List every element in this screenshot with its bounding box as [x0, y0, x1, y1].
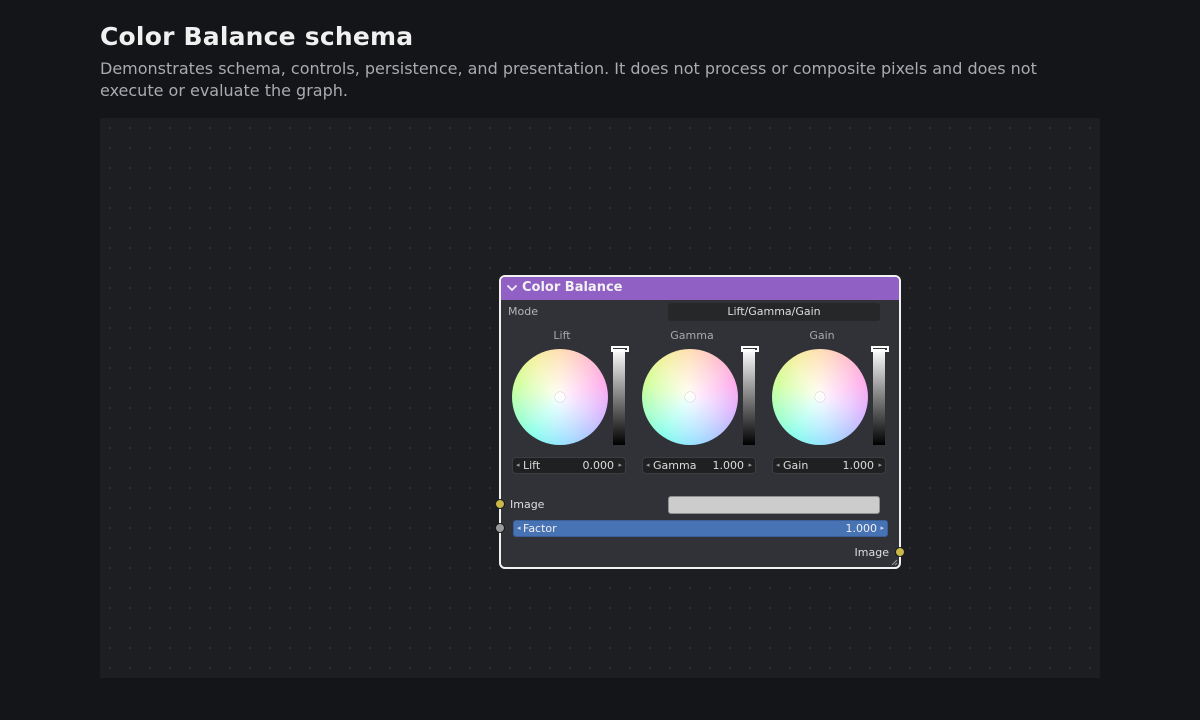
decrement-arrow-icon[interactable]: ◂ — [516, 458, 520, 473]
image-input-socket[interactable] — [495, 499, 505, 509]
lift-wheel-group: Lift — [512, 327, 632, 477]
lift-value-handle[interactable] — [611, 346, 629, 352]
node-header[interactable]: Color Balance — [501, 277, 899, 300]
gain-wheel-group: Gain — [772, 327, 892, 477]
decrement-arrow-icon[interactable]: ◂ — [517, 521, 521, 536]
lift-number-field[interactable]: ◂ Lift 0.000 ▸ — [512, 457, 626, 474]
increment-arrow-icon[interactable]: ▸ — [880, 521, 884, 536]
image-output-socket[interactable] — [895, 547, 905, 557]
node-editor-canvas[interactable]: Color Balance Mode Lift/Gamma/Gain Lift … — [100, 118, 1100, 678]
image-input-color-field[interactable] — [668, 496, 880, 514]
gamma-field-value: 1.000 — [712, 459, 745, 472]
gain-value-slider[interactable] — [871, 346, 889, 445]
factor-value: 1.000 — [845, 522, 878, 535]
factor-slider[interactable]: ◂ Factor 1.000 ▸ — [513, 520, 888, 537]
resize-grip-icon[interactable] — [891, 559, 898, 566]
increment-arrow-icon[interactable]: ▸ — [878, 458, 882, 473]
color-balance-node[interactable]: Color Balance Mode Lift/Gamma/Gain Lift … — [495, 275, 905, 569]
gamma-wheel-label: Gamma — [670, 329, 714, 342]
lift-wheel-label: Lift — [553, 329, 571, 342]
gain-wheel-cursor[interactable] — [815, 392, 825, 402]
gamma-value-handle[interactable] — [741, 346, 759, 352]
lift-field-value: 0.000 — [582, 459, 615, 472]
image-input-label: Image — [510, 498, 545, 511]
lift-value-slider[interactable] — [611, 346, 629, 445]
increment-arrow-icon[interactable]: ▸ — [748, 458, 752, 473]
increment-arrow-icon[interactable]: ▸ — [618, 458, 622, 473]
image-output-label: Image — [854, 546, 889, 559]
page-title: Color Balance schema — [100, 22, 414, 51]
gain-field-label: Gain — [783, 459, 809, 472]
gamma-field-label: Gamma — [653, 459, 697, 472]
decrement-arrow-icon[interactable]: ◂ — [776, 458, 780, 473]
gain-wheel-label: Gain — [809, 329, 835, 342]
gain-number-field[interactable]: ◂ Gain 1.000 ▸ — [772, 457, 886, 474]
gamma-value-slider[interactable] — [741, 346, 759, 445]
lift-wheel-cursor[interactable] — [555, 392, 565, 402]
mode-dropdown[interactable]: Lift/Gamma/Gain — [668, 303, 880, 321]
gamma-wheel-cursor[interactable] — [685, 392, 695, 402]
gamma-wheel-group: Gamma — [642, 327, 762, 477]
gain-field-value: 1.000 — [842, 459, 875, 472]
lift-field-label: Lift — [523, 459, 541, 472]
factor-label: Factor — [523, 522, 557, 535]
gamma-number-field[interactable]: ◂ Gamma 1.000 ▸ — [642, 457, 756, 474]
factor-input-socket[interactable] — [495, 523, 505, 533]
gain-value-handle[interactable] — [871, 346, 889, 352]
mode-label: Mode — [508, 305, 538, 318]
decrement-arrow-icon[interactable]: ◂ — [646, 458, 650, 473]
page-description: Demonstrates schema, controls, persisten… — [100, 59, 1037, 100]
node-title: Color Balance — [522, 280, 623, 295]
chevron-down-icon[interactable] — [506, 282, 518, 294]
